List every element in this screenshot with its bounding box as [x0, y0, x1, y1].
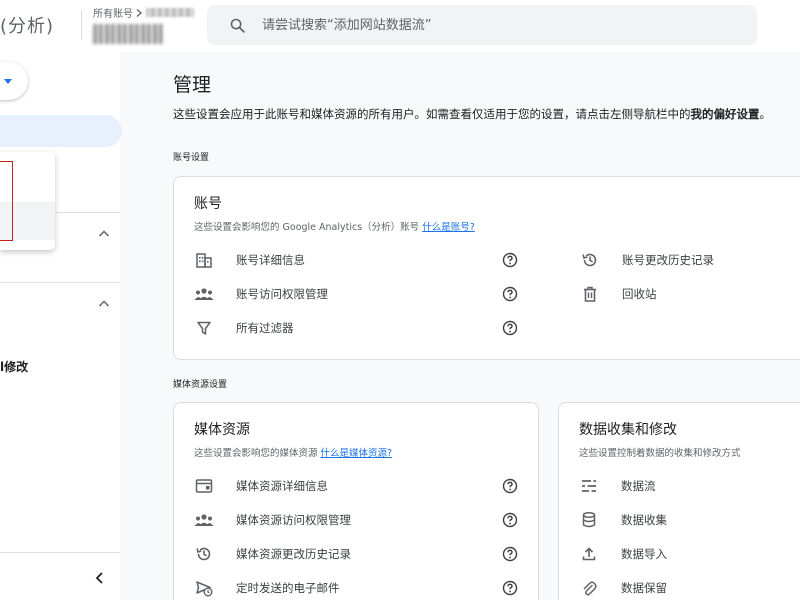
help-icon[interactable] — [502, 512, 518, 528]
create-button[interactable] — [0, 62, 28, 100]
data-card-title: 数据收集和修改 — [579, 422, 677, 438]
chevron-up-icon[interactable] — [98, 298, 110, 310]
scheduled-email-icon — [194, 578, 214, 598]
page-description-text: 这些设置会应用于此账号和媒体资源的所有用户。如需查看仅适用于您的设置，请点击左侧… — [173, 107, 691, 121]
data-collection-card: 数据收集和修改 这些设置控制着数据的收集和修改方式 数据流 数据收集 数据导入 … — [558, 402, 800, 600]
building-icon — [194, 250, 214, 270]
history-icon — [194, 544, 214, 564]
property-section-label: 媒体资源设置 — [173, 380, 228, 390]
all-filters-row[interactable]: 所有过滤器 — [194, 317, 294, 339]
redacted-account-label — [146, 8, 194, 17]
what-is-account-link[interactable]: 什么是账号? — [422, 222, 475, 233]
data-collection-row[interactable]: 数据收集 — [579, 509, 667, 531]
my-preferences-link[interactable]: 我的偏好设置 — [691, 107, 760, 121]
data-collection-label: 数据收集 — [621, 513, 667, 527]
property-access-row[interactable]: 媒体资源访问权限管理 — [194, 509, 351, 531]
dropdown-menu[interactable] — [0, 152, 55, 250]
data-import-label: 数据导入 — [621, 547, 667, 561]
account-picker-label-row: 所有账号 — [93, 5, 203, 20]
upload-icon — [579, 544, 599, 564]
data-streams-icon — [579, 476, 599, 496]
help-icon[interactable] — [502, 478, 518, 494]
account-details-row[interactable]: 账号详细信息 — [194, 249, 305, 271]
search-icon — [230, 18, 245, 33]
data-streams-row[interactable]: 数据流 — [579, 475, 656, 497]
data-import-row[interactable]: 数据导入 — [579, 543, 667, 565]
collapse-sidebar-icon[interactable] — [92, 570, 108, 586]
sidebar-divider — [0, 552, 120, 553]
property-details-label: 媒体资源详细信息 — [236, 479, 328, 493]
data-retention-row[interactable]: 数据保留 — [579, 577, 667, 599]
help-icon[interactable] — [502, 580, 518, 596]
page-description-end: 。 — [759, 107, 772, 121]
property-change-history-row[interactable]: 媒体资源更改历史记录 — [194, 543, 351, 565]
top-app-bar: (分析) 所有账号 — [0, 0, 800, 52]
page-title: 管理 — [173, 74, 212, 96]
search-input[interactable] — [262, 17, 722, 33]
data-retention-label: 数据保留 — [621, 581, 667, 595]
what-is-property-link[interactable]: 什么是媒体资源? — [321, 448, 393, 459]
help-icon[interactable] — [502, 320, 518, 336]
app-title: (分析) — [0, 16, 55, 37]
property-details-icon — [194, 476, 214, 496]
property-card-subtitle: 这些设置会影响您的媒体资源 什么是媒体资源? — [194, 445, 392, 459]
sidebar-item-modify[interactable]: l修改 — [0, 358, 28, 375]
sidebar-divider — [0, 282, 120, 283]
trash-icon — [580, 284, 600, 304]
people-icon — [194, 284, 214, 304]
caret-down-icon — [4, 79, 12, 84]
property-settings-card: 媒体资源 这些设置会影响您的媒体资源 什么是媒体资源? 媒体资源详细信息 媒体资… — [173, 402, 539, 600]
trash-row[interactable]: 回收站 — [580, 283, 657, 305]
account-section-label: 账号设置 — [173, 153, 210, 163]
all-filters-label: 所有过滤器 — [236, 321, 294, 335]
account-access-label: 账号访问权限管理 — [236, 287, 328, 301]
property-change-history-label: 媒体资源更改历史记录 — [236, 547, 351, 561]
chevron-right-icon — [136, 8, 142, 17]
help-icon[interactable] — [502, 286, 518, 302]
search-box[interactable] — [207, 5, 757, 45]
data-streams-label: 数据流 — [621, 479, 656, 493]
filter-icon — [194, 318, 214, 338]
people-icon — [194, 510, 214, 530]
main-content: 管理 这些设置会应用于此账号和媒体资源的所有用户。如需查看仅适用于您的设置，请点… — [150, 52, 800, 600]
account-card-subtitle-text: 这些设置会影响您的 Google Analytics（分析）账号 — [194, 222, 420, 233]
database-icon — [579, 510, 599, 530]
highlight-box — [0, 161, 13, 241]
account-change-history-label: 账号更改历史记录 — [622, 253, 714, 267]
account-picker[interactable]: 所有账号 — [93, 5, 203, 45]
top-divider — [81, 10, 82, 40]
trash-label: 回收站 — [622, 287, 657, 301]
account-access-row[interactable]: 账号访问权限管理 — [194, 283, 328, 305]
history-icon — [580, 250, 600, 270]
help-icon[interactable] — [502, 546, 518, 562]
account-details-label: 账号详细信息 — [236, 253, 305, 267]
chevron-up-icon[interactable] — [98, 228, 110, 240]
attach-icon — [579, 578, 599, 598]
account-picker-label: 所有账号 — [93, 9, 133, 20]
property-access-label: 媒体资源访问权限管理 — [236, 513, 351, 527]
page-description: 这些设置会应用于此账号和媒体资源的所有用户。如需查看仅适用于您的设置，请点击左侧… — [173, 106, 771, 122]
left-sidebar: l修改 — [0, 52, 122, 600]
account-change-history-row[interactable]: 账号更改历史记录 — [580, 249, 714, 271]
account-settings-card: 账号 这些设置会影响您的 Google Analytics（分析）账号 什么是账… — [173, 176, 800, 360]
account-card-title: 账号 — [194, 196, 222, 212]
sidebar-item-active[interactable] — [0, 115, 122, 147]
redacted-account-name — [93, 24, 163, 44]
help-icon[interactable] — [502, 252, 518, 268]
scheduled-email-row[interactable]: 定时发送的电子邮件 — [194, 577, 340, 599]
scheduled-email-label: 定时发送的电子邮件 — [236, 581, 340, 595]
data-card-subtitle: 这些设置控制着数据的收集和修改方式 — [579, 448, 741, 459]
property-details-row[interactable]: 媒体资源详细信息 — [194, 475, 328, 497]
property-card-title: 媒体资源 — [194, 422, 250, 438]
property-card-subtitle-text: 这些设置会影响您的媒体资源 — [194, 448, 318, 459]
account-card-subtitle: 这些设置会影响您的 Google Analytics（分析）账号 什么是账号? — [194, 219, 475, 233]
